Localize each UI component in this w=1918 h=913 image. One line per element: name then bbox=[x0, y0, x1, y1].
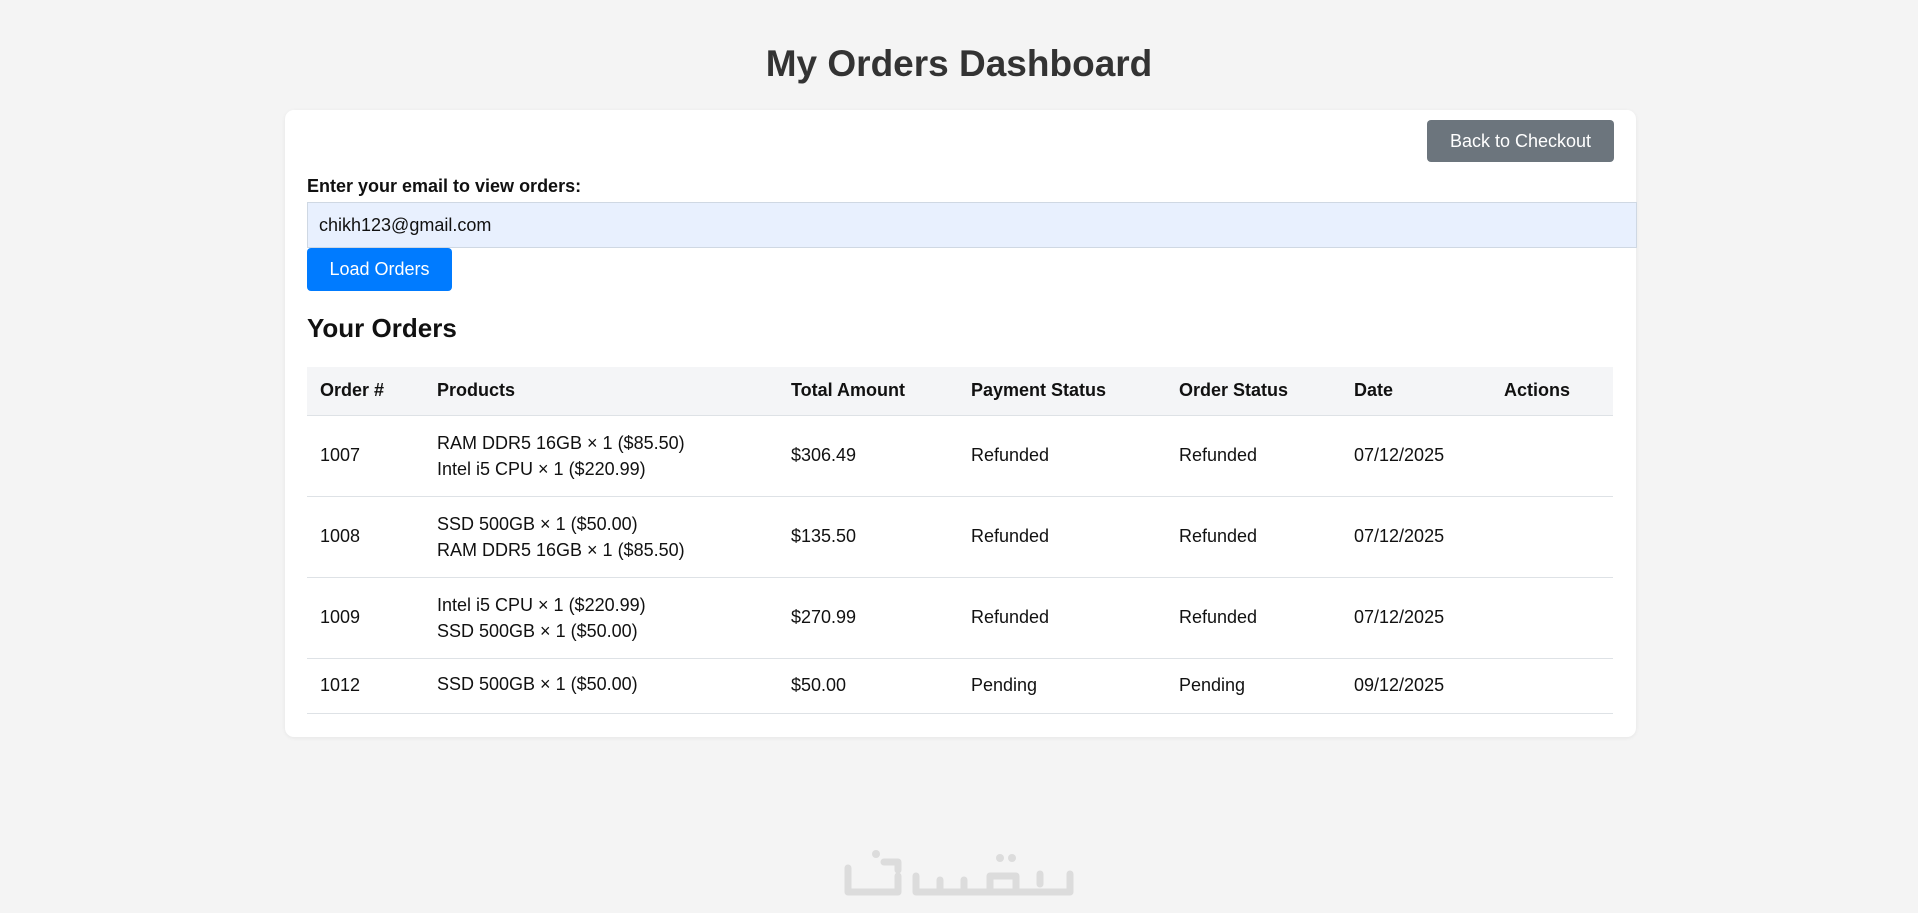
payment-status-cell: Pending bbox=[958, 658, 1166, 714]
product-line: SSD 500GB × 1 ($50.00) bbox=[437, 513, 638, 534]
payment-status-cell: Refunded bbox=[958, 577, 1166, 659]
product-line: Intel i5 CPU × 1 ($220.99) bbox=[437, 458, 646, 479]
date-cell: 07/12/2025 bbox=[1341, 496, 1491, 578]
table-row: 1012 SSD 500GB × 1 ($50.00) $50.00 Pendi… bbox=[307, 658, 1613, 714]
order-status-cell: Refunded bbox=[1166, 577, 1341, 659]
column-header-date: Date bbox=[1341, 367, 1491, 416]
column-header-order-status: Order Status bbox=[1166, 367, 1341, 416]
column-header-total: Total Amount bbox=[778, 367, 958, 416]
order-status-cell: Pending bbox=[1166, 658, 1341, 714]
khamsat-watermark-logo bbox=[844, 850, 1074, 896]
orders-section-title: Your Orders bbox=[307, 313, 457, 343]
column-header-products: Products bbox=[424, 367, 778, 416]
date-cell: 07/12/2025 bbox=[1341, 415, 1491, 497]
column-header-actions: Actions bbox=[1491, 367, 1613, 416]
order-number-cell: 1012 bbox=[307, 658, 424, 714]
product-line: SSD 500GB × 1 ($50.00) bbox=[437, 620, 638, 641]
actions-cell bbox=[1491, 658, 1613, 714]
products-cell: RAM DDR5 16GB × 1 ($85.50) Intel i5 CPU … bbox=[424, 415, 778, 497]
total-amount-cell: $306.49 bbox=[778, 415, 958, 497]
orders-table: Order # Products Total Amount Payment St… bbox=[307, 367, 1613, 714]
column-header-payment-status: Payment Status bbox=[958, 367, 1166, 416]
back-to-checkout-button[interactable]: Back to Checkout bbox=[1427, 120, 1614, 162]
column-header-order: Order # bbox=[307, 367, 424, 416]
payment-status-cell: Refunded bbox=[958, 496, 1166, 578]
email-input[interactable] bbox=[307, 202, 1637, 248]
date-cell: 07/12/2025 bbox=[1341, 577, 1491, 659]
order-number-cell: 1008 bbox=[307, 496, 424, 578]
product-line: SSD 500GB × 1 ($50.00) bbox=[437, 673, 638, 694]
products-cell: Intel i5 CPU × 1 ($220.99) SSD 500GB × 1… bbox=[424, 577, 778, 659]
total-amount-cell: $135.50 bbox=[778, 496, 958, 578]
product-line: Intel i5 CPU × 1 ($220.99) bbox=[437, 594, 646, 615]
order-status-cell: Refunded bbox=[1166, 496, 1341, 578]
date-cell: 09/12/2025 bbox=[1341, 658, 1491, 714]
page-title: My Orders Dashboard bbox=[765, 43, 1153, 84]
actions-cell bbox=[1491, 577, 1613, 659]
table-row: 1009 Intel i5 CPU × 1 ($220.99) SSD 500G… bbox=[307, 577, 1613, 659]
load-orders-button[interactable]: Load Orders bbox=[307, 248, 452, 291]
table-row: 1007 RAM DDR5 16GB × 1 ($85.50) Intel i5… bbox=[307, 415, 1613, 497]
products-cell: SSD 500GB × 1 ($50.00) RAM DDR5 16GB × 1… bbox=[424, 496, 778, 578]
product-line: RAM DDR5 16GB × 1 ($85.50) bbox=[437, 432, 685, 453]
order-number-cell: 1009 bbox=[307, 577, 424, 659]
product-line: RAM DDR5 16GB × 1 ($85.50) bbox=[437, 539, 685, 560]
table-row: 1008 SSD 500GB × 1 ($50.00) RAM DDR5 16G… bbox=[307, 496, 1613, 578]
actions-cell bbox=[1491, 496, 1613, 578]
order-number-cell: 1007 bbox=[307, 415, 424, 497]
total-amount-cell: $270.99 bbox=[778, 577, 958, 659]
email-label: Enter your email to view orders: bbox=[307, 176, 582, 196]
total-amount-cell: $50.00 bbox=[778, 658, 958, 714]
order-status-cell: Refunded bbox=[1166, 415, 1341, 497]
actions-cell bbox=[1491, 415, 1613, 497]
orders-card: Back to Checkout Enter your email to vie… bbox=[285, 110, 1637, 737]
payment-status-cell: Refunded bbox=[958, 415, 1166, 497]
products-cell: SSD 500GB × 1 ($50.00) bbox=[424, 658, 778, 714]
table-header-row: Order # Products Total Amount Payment St… bbox=[307, 367, 1613, 416]
